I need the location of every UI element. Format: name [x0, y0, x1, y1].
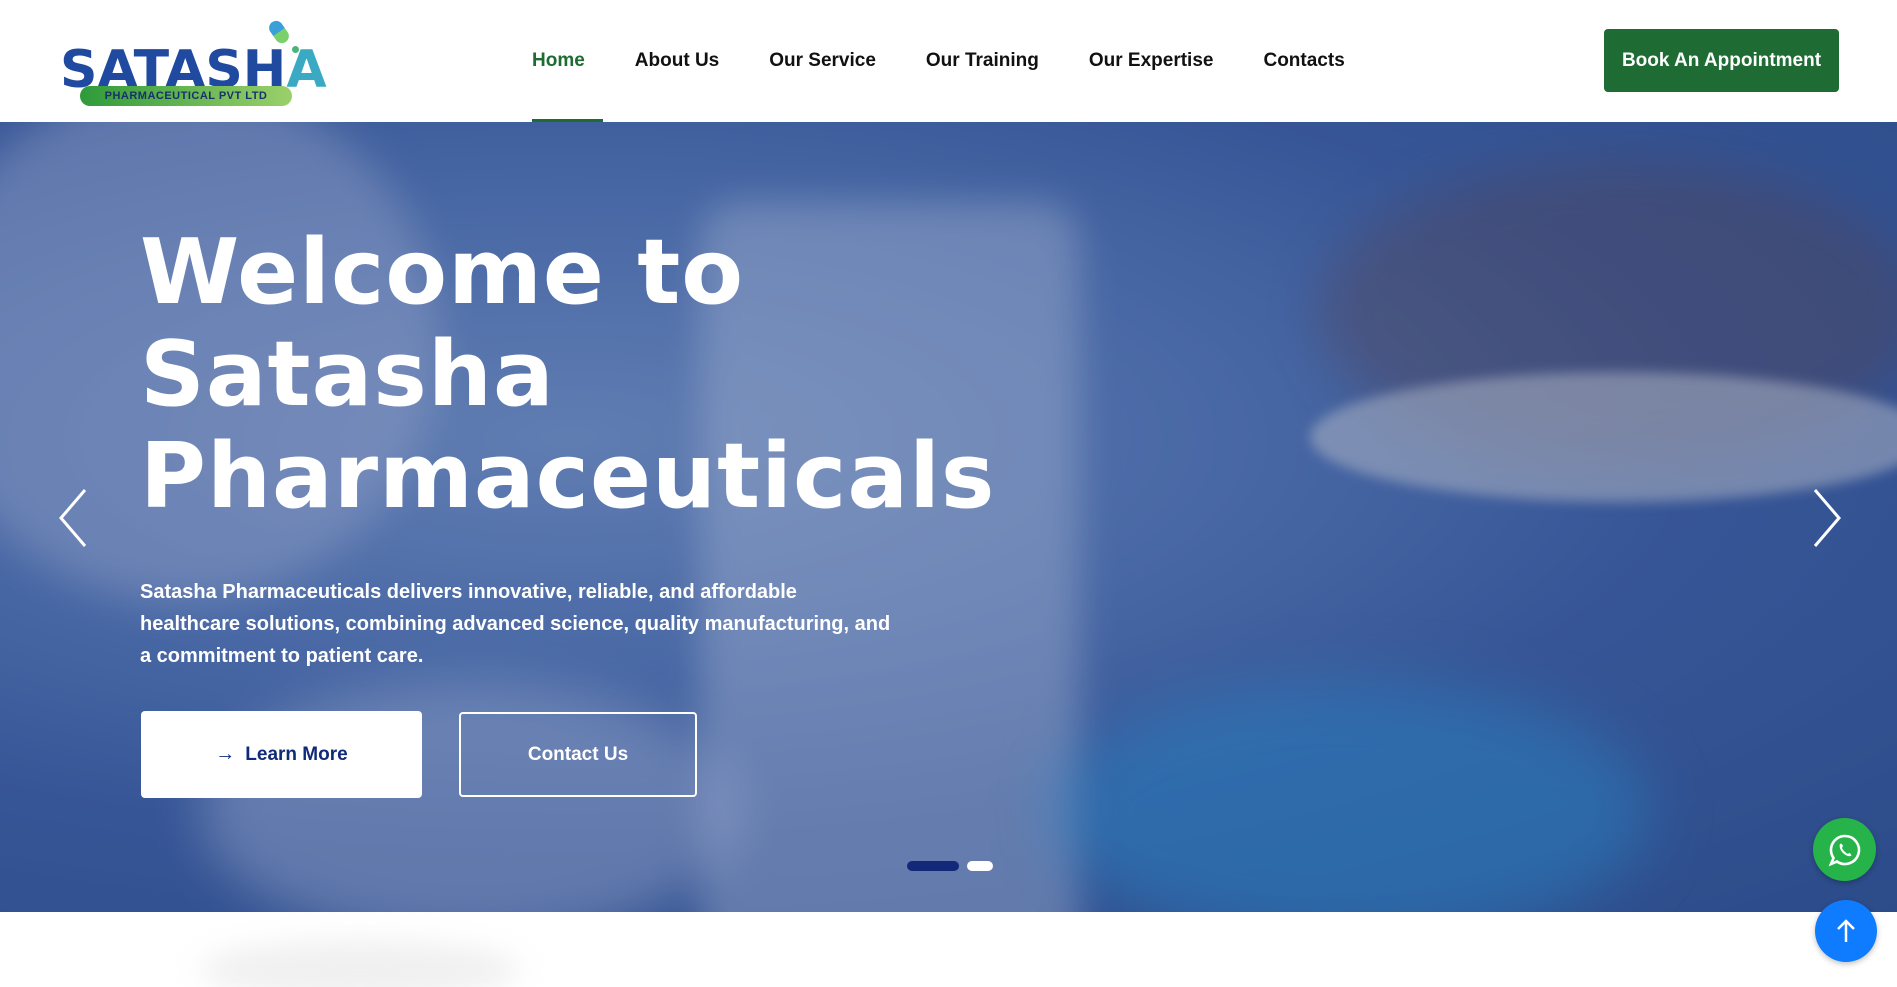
whatsapp-button[interactable]: [1813, 818, 1876, 881]
hero-description: Satasha Pharmaceuticals delivers innovat…: [140, 581, 891, 667]
book-appointment-button[interactable]: Book An Appointment: [1604, 29, 1839, 92]
hero-title-line: Pharmaceuticals: [140, 424, 996, 529]
slider-pagination: [907, 861, 1001, 871]
nav-item-our-training[interactable]: Our Training: [926, 0, 1039, 122]
hero-title-line: Welcome to: [140, 220, 745, 325]
company-logo[interactable]: SATASHA PHARMACEUTICAL PVT LTD: [60, 18, 327, 108]
site-header: SATASHA PHARMACEUTICAL PVT LTD Home Abou…: [0, 0, 1897, 122]
chevron-left-icon: [59, 489, 87, 547]
main-nav: Home About Us Our Service Our Training O…: [532, 0, 1395, 122]
hero-title-line: Satasha: [140, 322, 555, 427]
logo-subtitle: PHARMACEUTICAL PVT LTD: [80, 86, 292, 106]
learn-more-button[interactable]: → Learn More: [141, 711, 422, 798]
contact-us-button[interactable]: Contact Us: [459, 712, 697, 797]
nav-item-contacts[interactable]: Contacts: [1263, 0, 1344, 122]
chevron-right-icon: [1813, 489, 1841, 547]
scroll-to-top-button[interactable]: [1815, 900, 1877, 962]
whatsapp-icon: [1828, 834, 1860, 866]
slider-next-button[interactable]: [1805, 478, 1845, 558]
hero-title: Welcome to Satasha Pharmaceuticals: [140, 222, 1040, 528]
slider-prev-button[interactable]: [55, 478, 95, 558]
nav-item-about-us[interactable]: About Us: [635, 0, 719, 122]
section-decoration: [200, 940, 520, 987]
slider-dot[interactable]: [967, 861, 993, 871]
nav-item-home[interactable]: Home: [532, 0, 603, 122]
arrow-up-icon: [1837, 919, 1855, 942]
nav-item-our-expertise[interactable]: Our Expertise: [1089, 0, 1214, 122]
learn-more-label: Learn More: [245, 743, 348, 765]
slider-dot-active[interactable]: [907, 861, 959, 871]
nav-item-our-service[interactable]: Our Service: [769, 0, 876, 122]
arrow-right-icon: →: [215, 743, 236, 765]
